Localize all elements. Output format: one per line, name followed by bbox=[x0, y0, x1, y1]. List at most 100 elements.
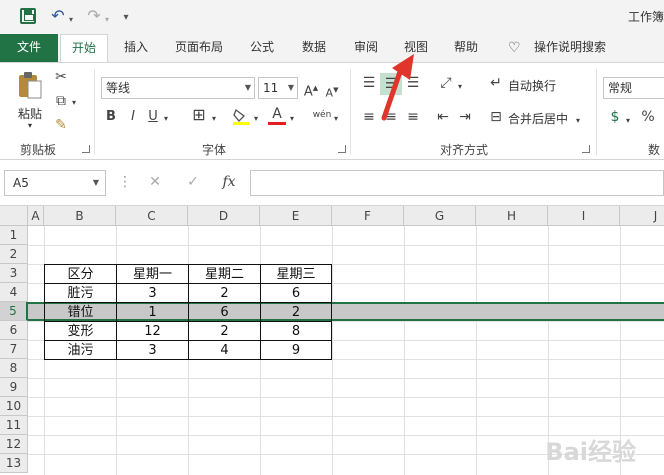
copy-icon[interactable]: ⧉ bbox=[52, 93, 70, 109]
select-all-button[interactable] bbox=[0, 206, 28, 226]
table-header-cell[interactable]: 区分 bbox=[44, 264, 117, 284]
row-header-4[interactable]: 4 bbox=[0, 283, 28, 302]
column-header-a[interactable]: A bbox=[28, 206, 44, 226]
name-box[interactable]: A5 ▼ bbox=[4, 170, 106, 196]
paste-dropdown-icon[interactable]: ▾ bbox=[26, 121, 34, 130]
tab-help[interactable]: 帮助 bbox=[446, 34, 486, 62]
row-header-11[interactable]: 11 bbox=[0, 416, 28, 435]
fill-color-icon[interactable] bbox=[232, 107, 250, 129]
phonetic-guide-icon[interactable]: wén bbox=[310, 107, 334, 123]
border-dropdown-icon[interactable]: ▾ bbox=[210, 111, 218, 127]
align-right-icon[interactable]: ≡ bbox=[404, 109, 422, 125]
bold-button[interactable]: B bbox=[104, 109, 118, 125]
table-cell[interactable]: 油污 bbox=[44, 340, 117, 360]
clipboard-launcher-icon[interactable] bbox=[82, 145, 90, 153]
row-header-3[interactable]: 3 bbox=[0, 264, 28, 283]
table-cell[interactable]: 6 bbox=[260, 283, 332, 303]
row-header-12[interactable]: 12 bbox=[0, 435, 28, 454]
underline-button[interactable]: U bbox=[146, 109, 160, 125]
align-middle-icon[interactable]: ☰ bbox=[380, 73, 402, 95]
row-header-10[interactable]: 10 bbox=[0, 397, 28, 416]
redo-dropdown-icon[interactable]: ▾ bbox=[102, 12, 112, 28]
orientation-icon[interactable]: ⤢ bbox=[436, 75, 456, 91]
font-color-icon[interactable]: A bbox=[268, 107, 286, 125]
tab-data[interactable]: 数据 bbox=[294, 34, 334, 62]
table-cell[interactable]: 1 bbox=[116, 302, 189, 322]
tab-view[interactable]: 视图 bbox=[396, 34, 436, 62]
table-cell[interactable]: 3 bbox=[116, 340, 189, 360]
decrease-indent-icon[interactable]: ⇤ bbox=[434, 109, 452, 125]
tab-review[interactable]: 审阅 bbox=[346, 34, 386, 62]
alignment-launcher-icon[interactable] bbox=[582, 145, 590, 153]
format-painter-icon[interactable]: ✎ bbox=[52, 117, 70, 133]
table-header-cell[interactable]: 星期二 bbox=[188, 264, 261, 284]
formula-input[interactable] bbox=[250, 170, 664, 196]
italic-button[interactable]: I bbox=[126, 109, 140, 125]
table-cell[interactable]: 变形 bbox=[44, 321, 117, 341]
insert-function-button[interactable]: fx bbox=[220, 174, 238, 190]
table-cell[interactable]: 9 bbox=[260, 340, 332, 360]
tell-me-search[interactable]: 操作说明搜索 bbox=[528, 34, 612, 62]
table-cell[interactable]: 脏污 bbox=[44, 283, 117, 303]
tab-page-layout[interactable]: 页面布局 bbox=[168, 34, 230, 62]
enter-icon[interactable]: ✓ bbox=[184, 174, 202, 190]
table-header-cell[interactable]: 星期一 bbox=[116, 264, 189, 284]
copy-dropdown-icon[interactable]: ▾ bbox=[70, 95, 78, 111]
tab-file[interactable]: 文件 bbox=[0, 34, 58, 62]
row-header-8[interactable]: 8 bbox=[0, 359, 28, 378]
increase-font-icon[interactable]: A▲ bbox=[302, 80, 320, 100]
merge-dropdown-icon[interactable]: ▾ bbox=[574, 113, 582, 129]
table-cell[interactable]: 4 bbox=[188, 340, 261, 360]
table-cell[interactable]: 2 bbox=[188, 283, 261, 303]
table-header-cell[interactable]: 星期三 bbox=[260, 264, 332, 284]
decrease-font-icon[interactable]: A▼ bbox=[324, 82, 340, 102]
column-header-g[interactable]: G bbox=[404, 206, 476, 226]
border-icon[interactable]: ⊞ bbox=[190, 107, 208, 123]
save-icon[interactable] bbox=[20, 8, 36, 24]
cancel-icon[interactable]: ✕ bbox=[146, 174, 164, 190]
fill-dropdown-icon[interactable]: ▾ bbox=[252, 111, 260, 127]
table-cell[interactable]: 2 bbox=[188, 321, 261, 341]
worksheet-grid[interactable]: A B C D E F G H I J 1 2 3 4 5 6 7 8 9 10… bbox=[0, 206, 664, 475]
undo-dropdown-icon[interactable]: ▾ bbox=[66, 12, 76, 28]
table-cell[interactable]: 3 bbox=[116, 283, 189, 303]
accounting-dropdown-icon[interactable]: ▾ bbox=[624, 113, 632, 129]
row-header-7[interactable]: 7 bbox=[0, 340, 28, 359]
table-cell[interactable]: 6 bbox=[188, 302, 261, 322]
align-center-icon[interactable]: ≡ bbox=[382, 109, 400, 125]
font-size-combo[interactable]: 11 ▼ bbox=[258, 77, 298, 99]
tab-home[interactable]: 开始 bbox=[60, 34, 108, 63]
row-header-6[interactable]: 6 bbox=[0, 321, 28, 340]
merge-center-icon[interactable]: ⊟ bbox=[488, 109, 504, 125]
customize-qat-icon[interactable]: ▾ bbox=[120, 10, 132, 26]
table-cell[interactable]: 错位 bbox=[44, 302, 117, 322]
table-cell[interactable]: 12 bbox=[116, 321, 189, 341]
row-header-2[interactable]: 2 bbox=[0, 245, 28, 264]
paste-icon[interactable] bbox=[16, 69, 44, 101]
paste-button[interactable]: 粘贴 bbox=[14, 105, 46, 122]
table-cell[interactable]: 8 bbox=[260, 321, 332, 341]
number-format-combo[interactable]: 常规 bbox=[603, 77, 664, 99]
font-color-dropdown-icon[interactable]: ▾ bbox=[288, 111, 296, 127]
column-header-d[interactable]: D bbox=[188, 206, 260, 226]
phonetic-dropdown-icon[interactable]: ▾ bbox=[332, 111, 340, 127]
column-header-i[interactable]: I bbox=[548, 206, 620, 226]
formula-bar-splitter-icon[interactable]: ⋮ bbox=[118, 174, 132, 190]
undo-icon[interactable]: ↶ bbox=[50, 8, 66, 24]
row-header-1[interactable]: 1 bbox=[0, 226, 28, 245]
accounting-format-icon[interactable]: $ bbox=[606, 109, 624, 125]
orientation-dropdown-icon[interactable]: ▾ bbox=[456, 79, 464, 95]
column-header-f[interactable]: F bbox=[332, 206, 404, 226]
align-top-icon[interactable]: ☰ bbox=[360, 75, 378, 91]
column-header-j[interactable]: J bbox=[620, 206, 664, 226]
column-header-c[interactable]: C bbox=[116, 206, 188, 226]
align-bottom-icon[interactable]: ☰ bbox=[404, 75, 422, 91]
redo-icon[interactable]: ↷ bbox=[86, 8, 102, 24]
underline-dropdown-icon[interactable]: ▾ bbox=[162, 111, 170, 127]
increase-indent-icon[interactable]: ⇥ bbox=[456, 109, 474, 125]
tab-formulas[interactable]: 公式 bbox=[242, 34, 282, 62]
percent-button[interactable]: % bbox=[640, 109, 656, 125]
cut-icon[interactable]: ✂ bbox=[52, 69, 70, 85]
wrap-text-icon[interactable]: ↵ bbox=[488, 75, 504, 91]
column-header-e[interactable]: E bbox=[260, 206, 332, 226]
